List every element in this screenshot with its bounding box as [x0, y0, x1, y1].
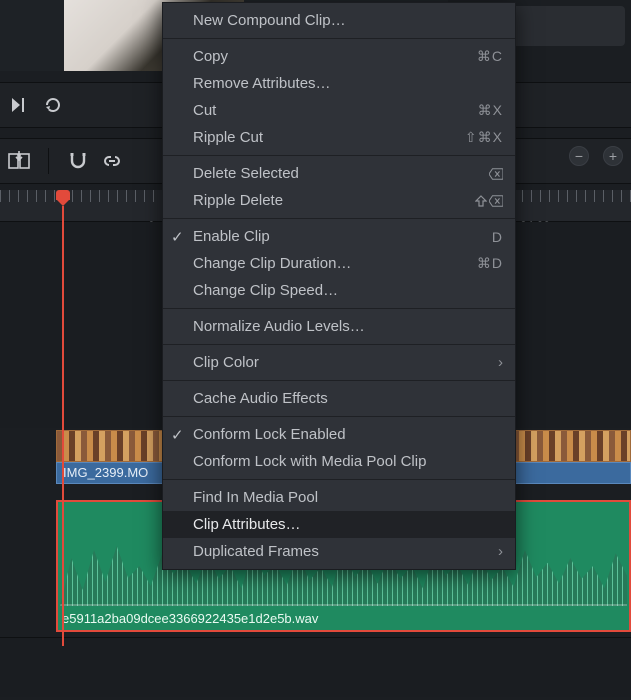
menu-item-label: Delete Selected [193, 165, 299, 182]
menu-item-label: New Compound Clip… [193, 12, 346, 29]
menu-separator [163, 218, 515, 219]
menu-shortcut [489, 167, 503, 181]
menu-separator [163, 344, 515, 345]
menu-item-cache-audio-effects[interactable]: Cache Audio Effects [163, 385, 515, 412]
menu-item-clip-attributes[interactable]: Clip Attributes… [163, 511, 515, 538]
menu-separator [163, 479, 515, 480]
zoom-in-button[interactable]: + [603, 146, 623, 166]
menu-item-change-clip-speed[interactable]: Change Clip Speed… [163, 277, 515, 304]
backspace-icon [489, 194, 503, 208]
zoom-controls: − + [569, 146, 623, 166]
link-icon[interactable] [101, 150, 123, 172]
menu-item-label: Duplicated Frames [193, 543, 319, 560]
video-clip-name: IMG_2399.MO [63, 465, 148, 480]
menu-separator [163, 308, 515, 309]
menu-item-ripple-delete[interactable]: Ripple Delete [163, 187, 515, 214]
menu-item-copy[interactable]: Copy ⌘C [163, 43, 515, 70]
chevron-right-icon: › [498, 354, 503, 371]
plus-label: + [609, 148, 617, 164]
menu-item-conform-lock-with-media-pool-clip[interactable]: Conform Lock with Media Pool Clip [163, 448, 515, 475]
minus-label: − [575, 148, 583, 164]
menu-item-find-in-media-pool[interactable]: Find In Media Pool [163, 484, 515, 511]
menu-separator [163, 416, 515, 417]
skip-forward-icon[interactable] [8, 94, 30, 116]
menu-separator [163, 38, 515, 39]
zoom-out-button[interactable]: − [569, 146, 589, 166]
menu-item-label: Clip Color [193, 354, 259, 371]
menu-item-cut[interactable]: Cut ⌘X [163, 97, 515, 124]
shift-icon [474, 194, 488, 208]
menu-shortcut: D [492, 229, 503, 245]
tracks-below-spacer [0, 637, 631, 697]
menu-item-duplicated-frames[interactable]: Duplicated Frames › [163, 538, 515, 565]
menu-shortcut: ⇧⌘X [465, 129, 503, 146]
menu-item-new-compound-clip[interactable]: New Compound Clip… [163, 7, 515, 34]
playhead[interactable] [56, 190, 70, 206]
clip-context-menu: New Compound Clip… Copy ⌘C Remove Attribute… [162, 2, 516, 570]
menu-item-label: Change Clip Speed… [193, 282, 338, 299]
menu-separator [163, 155, 515, 156]
menu-item-label: Cut [193, 102, 216, 119]
toolbar-separator [48, 148, 49, 174]
menu-item-normalize-audio-levels[interactable]: Normalize Audio Levels… [163, 313, 515, 340]
audio-clip-label: e5911a2ba09dcee3366922435e1d2e5b.wav [62, 611, 318, 626]
insert-clip-icon[interactable] [8, 150, 30, 172]
backspace-icon [489, 167, 503, 181]
check-icon: ✓ [171, 228, 184, 246]
menu-item-label: Copy [193, 48, 228, 65]
menu-item-label: Cache Audio Effects [193, 390, 328, 407]
menu-item-label: Remove Attributes… [193, 75, 331, 92]
chevron-right-icon: › [498, 543, 503, 560]
menu-item-label: Conform Lock Enabled [193, 426, 346, 443]
playhead-line [62, 206, 64, 646]
menu-item-remove-attributes[interactable]: Remove Attributes… [163, 70, 515, 97]
menu-item-conform-lock-enabled[interactable]: ✓ Conform Lock Enabled [163, 421, 515, 448]
loop-icon[interactable] [42, 94, 64, 116]
menu-item-label: Conform Lock with Media Pool Clip [193, 453, 426, 470]
menu-item-change-clip-duration[interactable]: Change Clip Duration… ⌘D [163, 250, 515, 277]
menu-item-ripple-cut[interactable]: Ripple Cut ⇧⌘X [163, 124, 515, 151]
check-icon: ✓ [171, 426, 184, 444]
menu-shortcut: ⌘D [477, 255, 503, 272]
menu-separator [163, 380, 515, 381]
menu-item-label: Change Clip Duration… [193, 255, 351, 272]
menu-shortcut: ⌘C [477, 48, 503, 65]
menu-item-label: Clip Attributes… [193, 516, 301, 533]
menu-item-clip-color[interactable]: Clip Color › [163, 349, 515, 376]
menu-item-enable-clip[interactable]: ✓ Enable Clip D [163, 223, 515, 250]
menu-item-label: Find In Media Pool [193, 489, 318, 506]
audio-clip-name: e5911a2ba09dcee3366922435e1d2e5b.wav [62, 611, 318, 626]
menu-shortcut: ⌘X [478, 102, 503, 119]
menu-item-label: Ripple Cut [193, 129, 263, 146]
menu-item-label: Ripple Delete [193, 192, 283, 209]
menu-item-label: Normalize Audio Levels… [193, 318, 365, 335]
snap-magnet-icon[interactable] [67, 150, 89, 172]
menu-item-delete-selected[interactable]: Delete Selected [163, 160, 515, 187]
menu-shortcut [474, 194, 503, 208]
menu-item-label: Enable Clip [193, 228, 270, 245]
